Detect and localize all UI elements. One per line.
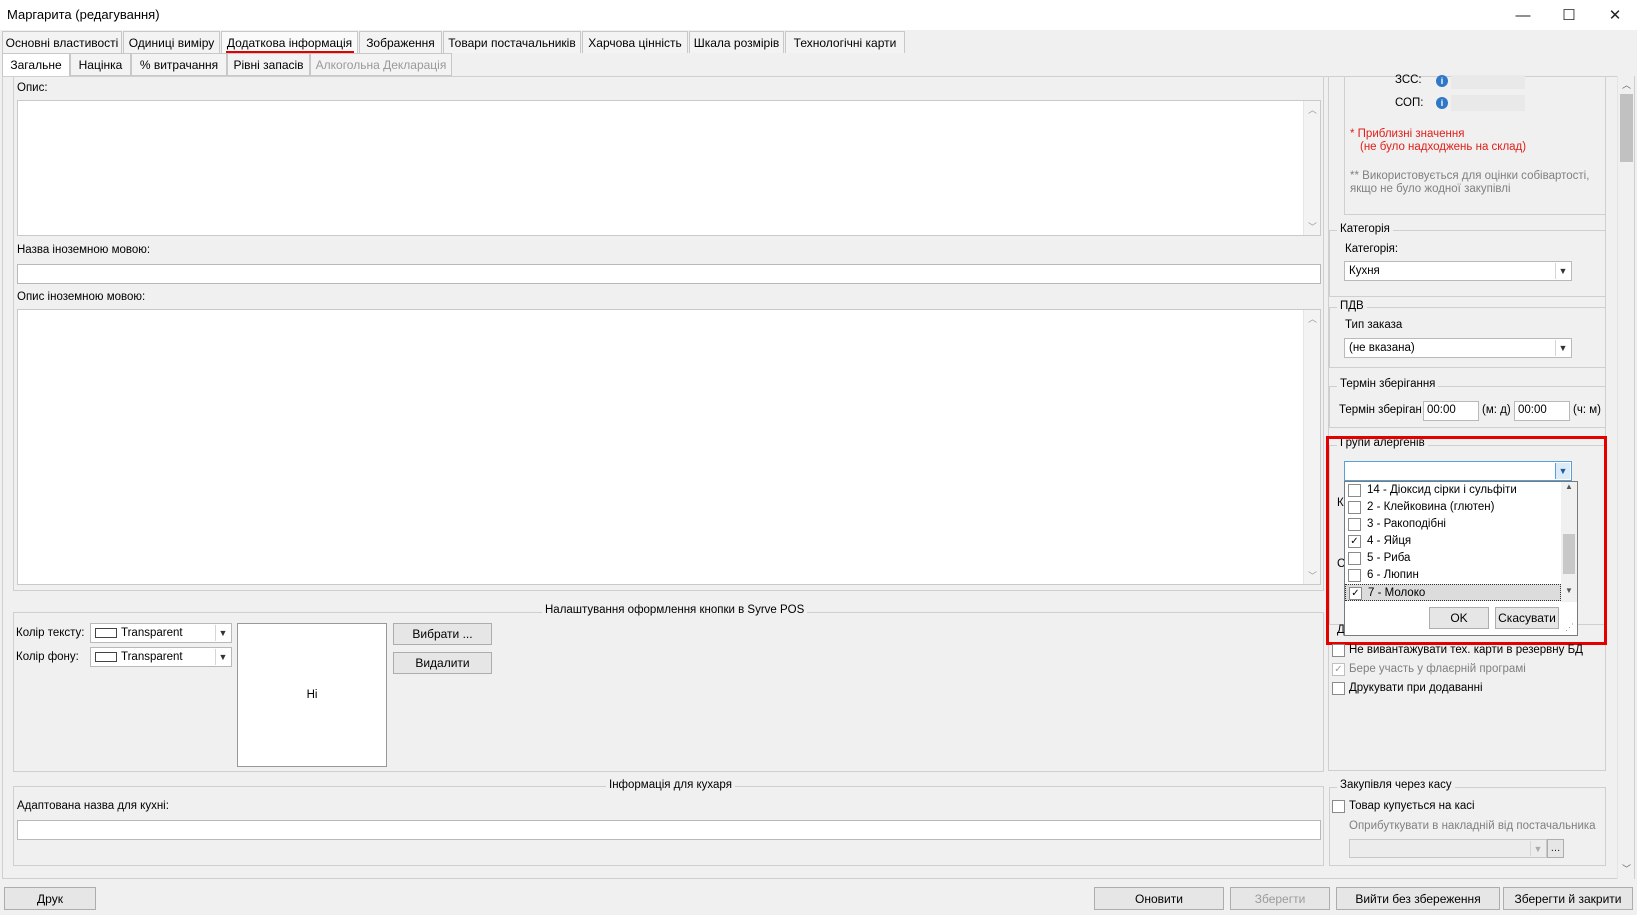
sop-label: СОП: bbox=[1395, 97, 1424, 109]
category-select[interactable]: Кухня ▼ bbox=[1344, 261, 1572, 281]
purchased-checkbox[interactable] bbox=[1332, 800, 1345, 813]
approx-note-1: * Приблизні значення bbox=[1350, 128, 1465, 140]
close-button[interactable]: ✕ bbox=[1592, 0, 1637, 30]
info-icon[interactable]: i bbox=[1436, 75, 1448, 87]
flyer-checkbox[interactable]: ✓ bbox=[1332, 663, 1345, 676]
category-label: Категорія: bbox=[1345, 243, 1399, 255]
foreign-name-label: Назва іноземною мовою: bbox=[17, 244, 151, 256]
text-color-label: Колір тексту: bbox=[16, 627, 85, 639]
tab-additional-info[interactable]: Додаткова інформація bbox=[221, 31, 358, 53]
save-button[interactable]: Зберегти bbox=[1230, 887, 1330, 910]
post-invoice-select[interactable]: ▼ bbox=[1349, 839, 1547, 858]
bg-color-label: Колір фону: bbox=[16, 651, 79, 663]
maximize-button[interactable]: ☐ bbox=[1546, 0, 1592, 30]
description-label: Опис: bbox=[17, 82, 48, 94]
subtab-stock-levels[interactable]: Рівні запасів bbox=[227, 53, 310, 76]
save-and-close-button[interactable]: Зберегти й закрити bbox=[1503, 887, 1633, 910]
scroll-down-icon[interactable]: ﹀ bbox=[1304, 569, 1321, 582]
storage-group-title: Термін зберігання bbox=[1337, 378, 1439, 390]
chevron-down-icon[interactable]: ▼ bbox=[1555, 340, 1570, 356]
order-type-label: Тип заказа bbox=[1345, 319, 1403, 331]
flyer-label: Бере участь у флаєрній програмі bbox=[1349, 663, 1526, 675]
exit-without-saving-button[interactable]: Вийти без збереження bbox=[1336, 887, 1500, 910]
print-button[interactable]: Друк bbox=[4, 887, 96, 910]
storage-unit-1: (м: д) bbox=[1482, 404, 1511, 416]
text-color-select[interactable]: Transparent ▼ bbox=[90, 623, 232, 643]
scroll-down-icon[interactable]: ﹀ bbox=[1618, 862, 1635, 876]
purchase-group-title: Закупівля через касу bbox=[1337, 779, 1455, 791]
foreign-desc-scrollbar[interactable]: ︿ ﹀ bbox=[1303, 310, 1320, 584]
tab-tech-cards[interactable]: Технологічні карти bbox=[785, 31, 905, 53]
usage-note-2: якщо не було жодної закупівлі bbox=[1350, 183, 1511, 195]
chevron-down-icon[interactable]: ▼ bbox=[1530, 841, 1545, 856]
no-export-checkbox[interactable] bbox=[1332, 644, 1345, 657]
zss-value bbox=[1451, 75, 1525, 89]
subtab-markup[interactable]: Націнка bbox=[70, 53, 131, 76]
scroll-thumb[interactable] bbox=[1620, 94, 1633, 162]
chevron-down-icon[interactable]: ▼ bbox=[215, 625, 230, 641]
scroll-up-icon[interactable]: ︿ bbox=[1618, 78, 1635, 92]
description-scrollbar[interactable]: ︿ ﹀ bbox=[1303, 101, 1320, 235]
chevron-down-icon[interactable]: ▼ bbox=[1555, 263, 1570, 279]
window-title: Маргарита (редагування) bbox=[7, 7, 160, 22]
subtab-general[interactable]: Загальне bbox=[2, 53, 70, 76]
delete-image-button[interactable]: Видалити bbox=[393, 652, 492, 674]
no-export-label: Не вивантажувати тех. карти в резервну Б… bbox=[1349, 644, 1583, 656]
print-on-add-checkbox[interactable] bbox=[1332, 682, 1345, 695]
category-value: Кухня bbox=[1349, 265, 1380, 277]
zss-label: ЗСС: bbox=[1395, 74, 1422, 86]
scroll-up-icon[interactable]: ︿ bbox=[1304, 103, 1321, 116]
tab-units[interactable]: Одиниці виміру bbox=[123, 31, 220, 53]
text-color-value: Transparent bbox=[121, 627, 183, 639]
foreign-desc-textarea[interactable]: ︿ ﹀ bbox=[17, 309, 1321, 585]
highlight-box bbox=[1326, 436, 1607, 645]
color-swatch-icon bbox=[95, 652, 117, 662]
bg-color-select[interactable]: Transparent ▼ bbox=[90, 647, 232, 667]
kitchen-name-label: Адаптована назва для кухні: bbox=[17, 800, 169, 812]
select-image-button[interactable]: Вибрати ... bbox=[393, 623, 492, 645]
minimize-button[interactable]: — bbox=[1500, 0, 1546, 30]
storage-value-2[interactable]: 00:00 bbox=[1514, 401, 1570, 421]
button-preview: Hi bbox=[237, 623, 387, 767]
tab-supplier-products[interactable]: Товари постачальників bbox=[443, 31, 581, 53]
subtab-alcohol-declaration[interactable]: Алкогольна Декларація bbox=[310, 53, 452, 76]
pos-group-title: Налаштування оформлення кнопки в Syrve P… bbox=[542, 604, 808, 616]
scroll-up-icon[interactable]: ︿ bbox=[1304, 312, 1321, 325]
chef-group-title: Інформація для кухаря bbox=[606, 779, 735, 791]
vat-group-title: ПДВ bbox=[1337, 300, 1367, 312]
storage-label: Термін зберігання bbox=[1339, 404, 1421, 416]
tab-nutrition[interactable]: Харчова цінність bbox=[582, 31, 688, 53]
description-textarea[interactable]: ︿ ﹀ bbox=[17, 100, 1321, 236]
foreign-name-input[interactable] bbox=[17, 264, 1321, 284]
info-icon[interactable]: i bbox=[1436, 97, 1448, 109]
usage-note-1: ** Використовується для оцінки собіварто… bbox=[1350, 170, 1590, 182]
order-type-value: (не вказана) bbox=[1349, 342, 1415, 354]
foreign-desc-label: Опис іноземною мовою: bbox=[17, 291, 146, 303]
post-invoice-label: Оприбуткувати в накладній від постачальн… bbox=[1349, 820, 1596, 832]
category-group-title: Категорія bbox=[1337, 223, 1393, 235]
storage-unit-2: (ч: м) bbox=[1573, 404, 1601, 416]
refresh-button[interactable]: Оновити bbox=[1094, 887, 1224, 910]
more-button[interactable]: … bbox=[1547, 839, 1564, 858]
print-on-add-label: Друкувати при додаванні bbox=[1349, 682, 1483, 694]
scroll-down-icon[interactable]: ﹀ bbox=[1304, 220, 1321, 233]
storage-value-1[interactable]: 00:00 bbox=[1423, 401, 1479, 421]
subtab-consumption[interactable]: % витрачання bbox=[131, 53, 227, 76]
tab-images[interactable]: Зображення bbox=[359, 31, 442, 53]
bg-color-value: Transparent bbox=[121, 651, 183, 663]
tab-basic-properties[interactable]: Основні властивості bbox=[2, 31, 122, 53]
color-swatch-icon bbox=[95, 628, 117, 638]
chevron-down-icon[interactable]: ▼ bbox=[215, 649, 230, 665]
main-scrollbar[interactable]: ︿ ﹀ bbox=[1617, 76, 1634, 879]
tab-size-scale[interactable]: Шкала розмірів bbox=[689, 31, 784, 53]
title-bar: Маргарита (редагування) — ☐ ✕ bbox=[0, 0, 1637, 30]
order-type-select[interactable]: (не вказана) ▼ bbox=[1344, 338, 1572, 358]
approx-note-2: (не було надходжень на склад) bbox=[1360, 141, 1527, 153]
sop-value bbox=[1451, 95, 1525, 111]
purchased-label: Товар купується на касі bbox=[1349, 800, 1475, 812]
kitchen-name-input[interactable] bbox=[17, 820, 1321, 840]
